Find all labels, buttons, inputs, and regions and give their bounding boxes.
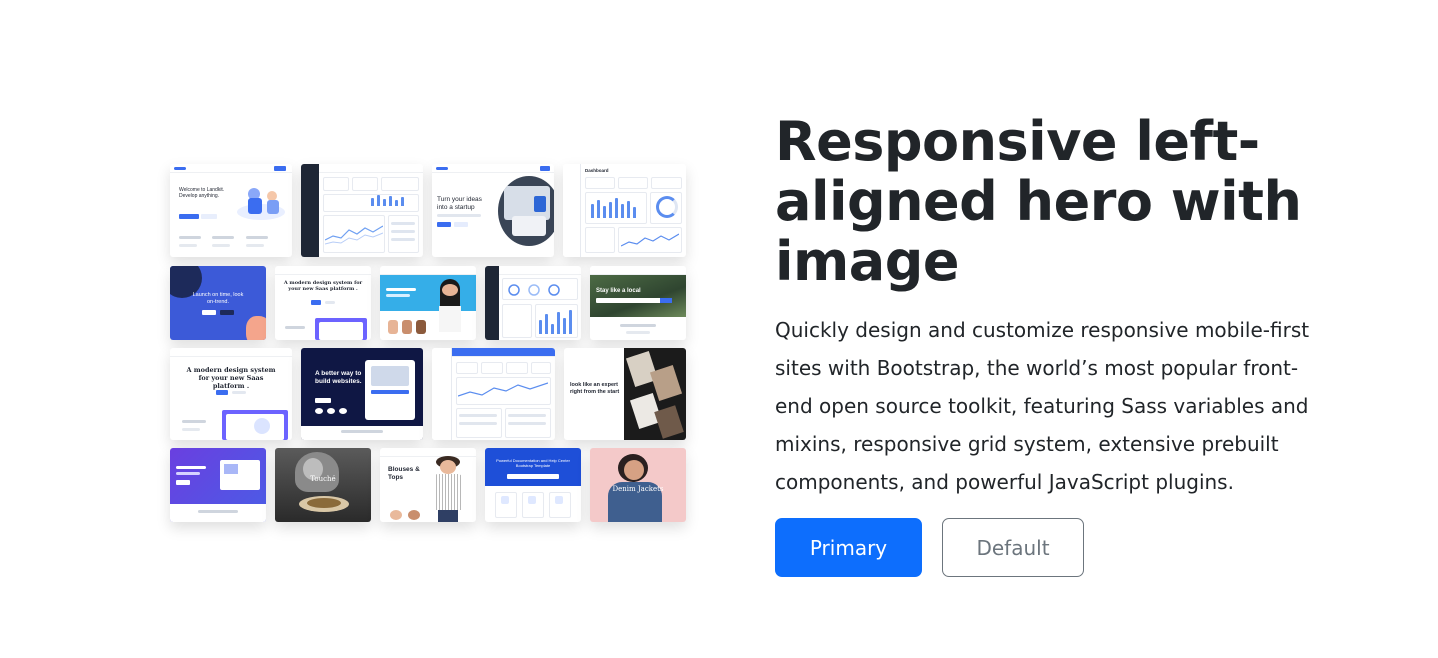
- analytics-dashboard-thumbnail: Dashboard: [563, 164, 686, 257]
- saas-headline-large: A modern design system for your new Saas…: [186, 366, 276, 390]
- saas-headline: A modern design system for your new Saas…: [283, 280, 363, 292]
- shop-headline: Blouses & Tops: [388, 466, 420, 481]
- light-admin-thumbnail: [432, 348, 555, 440]
- collage-row: Launch on time, look on-trend. A modern …: [170, 266, 686, 340]
- better-way-headline: A better way to build websites.: [315, 370, 362, 385]
- hero-title: Responsive left-aligned hero with image: [775, 110, 1302, 293]
- dashboard-theme-thumbnail: [301, 164, 423, 257]
- docs-headline: Powerful Documentation and Help Center B…: [496, 458, 570, 468]
- expert-theme-thumbnail: look like an expert right from the start: [564, 348, 686, 440]
- purple-theme-thumbnail: [170, 448, 266, 522]
- hero-lead-text: Quickly design and customize responsive …: [775, 318, 1310, 494]
- landkit-theme-thumbnail: Welcome to Landkit. Develop anything.: [170, 164, 292, 257]
- saas-theme-thumbnail-large: A modern design system for your new Saas…: [170, 348, 292, 440]
- agency-theme-thumbnail: [380, 266, 476, 340]
- startup-headline: Turn your ideas into a startup: [437, 196, 482, 211]
- startup-theme-thumbnail: Turn your ideas into a startup: [432, 164, 554, 257]
- travel-theme-thumbnail: Stay like a local: [590, 266, 686, 340]
- hero-section: Welcome to Landkit. Develop anything. Tu…: [0, 0, 1438, 658]
- travel-headline: Stay like a local: [596, 288, 641, 294]
- primary-button[interactable]: Primary: [775, 518, 922, 577]
- saas-theme-thumbnail: A modern design system for your new Saas…: [275, 266, 371, 340]
- collage-row: A modern design system for your new Saas…: [170, 348, 686, 440]
- launch-headline: Launch on time, look on-trend.: [192, 292, 244, 305]
- denim-theme-thumbnail: Denim Jackets: [590, 448, 686, 522]
- dashboard-heading: Dashboard: [585, 168, 609, 173]
- restaurant-theme-thumbnail: Touché: [275, 448, 371, 522]
- collage-row: Touché Blouses & Tops Powerful Documenta…: [170, 448, 686, 522]
- better-way-theme-thumbnail: A better way to build websites.: [301, 348, 423, 440]
- collage-row: Welcome to Landkit. Develop anything. Tu…: [170, 164, 686, 257]
- docs-theme-thumbnail: Powerful Documentation and Help Center B…: [485, 448, 581, 522]
- expert-headline: look like an expert right from the start: [570, 382, 620, 395]
- denim-headline: Denim Jackets: [612, 485, 664, 493]
- launch-theme-thumbnail: Launch on time, look on-trend.: [170, 266, 266, 340]
- default-button[interactable]: Default: [942, 518, 1084, 577]
- shop-theme-thumbnail: Blouses & Tops: [380, 448, 476, 522]
- admin-theme-thumbnail: [485, 266, 581, 340]
- restaurant-headline: Touché: [310, 475, 336, 483]
- landkit-headline: Welcome to Landkit. Develop anything.: [179, 187, 225, 199]
- themes-collage-image: Welcome to Landkit. Develop anything. Tu…: [170, 164, 686, 522]
